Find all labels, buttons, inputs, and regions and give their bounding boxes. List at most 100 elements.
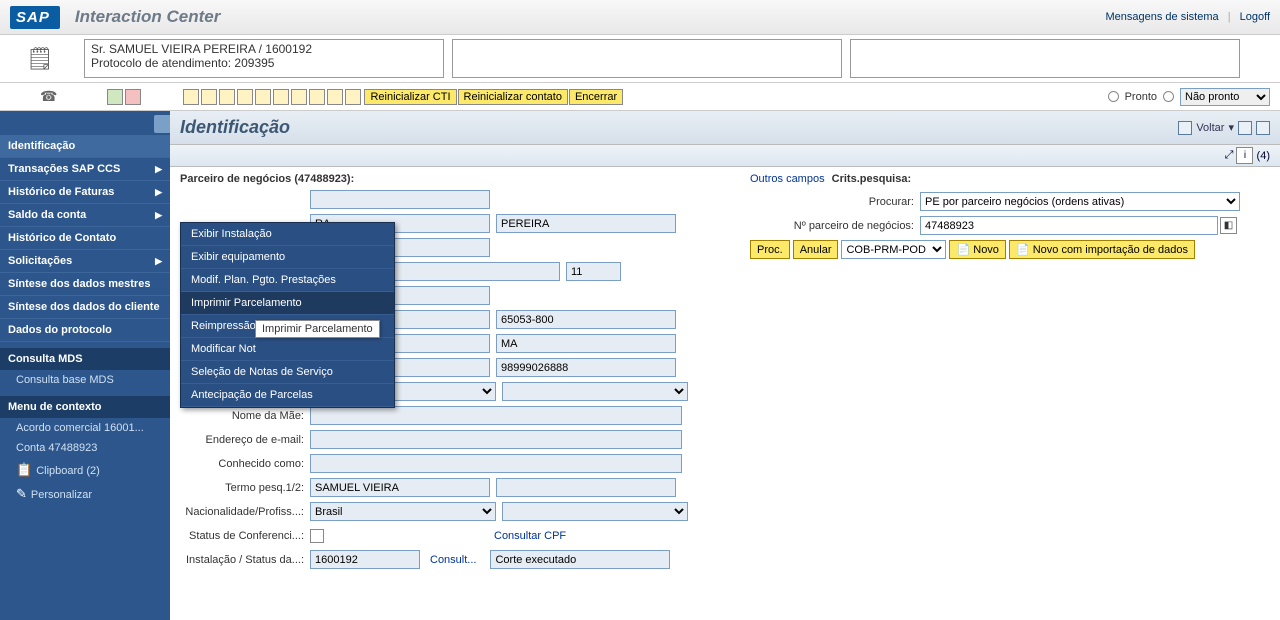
ctx-exibir-instalacao[interactable]: Exibir Instalação [181, 223, 394, 246]
nav-solicitacoes[interactable]: Solicitações▶ [0, 250, 170, 273]
info-icon[interactable]: i [1236, 147, 1253, 164]
novo-import-button[interactable]: 📄 Novo com importação de dados [1009, 240, 1195, 259]
select-estado-civil[interactable] [502, 382, 688, 401]
select-procurar[interactable]: PE por parceiro negócios (ordens ativas) [920, 192, 1240, 211]
toolbar-icon-4[interactable] [237, 89, 253, 105]
phone-icon: ☎ [40, 88, 57, 105]
label-nome-mae: Nome da Mãe: [180, 410, 310, 422]
note-icon: 🗒 [0, 35, 80, 82]
ready-label: Pronto [1125, 91, 1157, 103]
nav-transacoes[interactable]: Transações SAP CCS▶ [0, 158, 170, 181]
reinit-cti-button[interactable]: Reinicializar CTI [364, 89, 456, 105]
select-cob[interactable]: COB-PRM-POD [841, 240, 946, 259]
ready-radio[interactable] [1108, 91, 1119, 102]
field-celular[interactable] [496, 358, 676, 377]
header-box-3 [850, 39, 1240, 78]
field-termo1[interactable] [310, 478, 490, 497]
link-consult[interactable]: Consult... [430, 554, 476, 566]
select-nacionalidade[interactable]: Brasil [310, 502, 496, 521]
nav-historico-faturas[interactable]: Histórico de Faturas▶ [0, 181, 170, 204]
system-messages-link[interactable]: Mensagens de sistema [1106, 11, 1219, 23]
ctx-modif-plan[interactable]: Modif. Plan. Pgto. Prestações [181, 269, 394, 292]
header-box-2 [452, 39, 842, 78]
field-email[interactable] [310, 430, 682, 449]
label-num-parceiro: Nº parceiro de negócios: [750, 220, 920, 232]
ctx-imprimir-parcelamento[interactable]: Imprimir Parcelamento [181, 292, 394, 315]
back-label[interactable]: Voltar [1196, 122, 1224, 134]
field-status-instalacao[interactable] [490, 550, 670, 569]
clipboard-icon: 📋 [16, 462, 32, 477]
label-instalacao: Instalação / Status da...: [180, 554, 310, 566]
toolbar-icon-6[interactable] [273, 89, 289, 105]
field-termo2[interactable] [496, 478, 676, 497]
field-hidden-1[interactable] [310, 190, 490, 209]
back-icon[interactable] [1178, 121, 1192, 135]
section-context: Menu de contexto [0, 396, 170, 418]
pencil-icon: ✎ [16, 486, 27, 501]
nav-dados-protocolo[interactable]: Dados do protocolo [0, 319, 170, 342]
toolbar-icon-10[interactable] [345, 89, 361, 105]
ctx-antecipacao[interactable]: Antecipação de Parcelas [181, 384, 394, 407]
separator: | [1228, 11, 1231, 23]
field-numero[interactable] [566, 262, 621, 281]
field-estado[interactable] [496, 334, 676, 353]
not-ready-radio[interactable] [1163, 91, 1174, 102]
ctx-selecao-notas[interactable]: Seleção de Notas de Serviço [181, 361, 394, 384]
checkbox-status-conf[interactable] [310, 529, 324, 543]
page-title: Identificação [180, 117, 290, 138]
nav-identificacao[interactable]: Identificação [0, 135, 170, 158]
logoff-link[interactable]: Logoff [1240, 11, 1270, 23]
customer-name: Sr. SAMUEL VIEIRA PEREIRA / 1600192 [91, 42, 437, 56]
novo-button[interactable]: 📄 Novo [949, 240, 1005, 259]
ctx-clipboard[interactable]: 📋Clipboard (2) [0, 458, 170, 482]
crits-label: Crits.pesquisa: [832, 173, 911, 185]
ctx-acordo[interactable]: Acordo comercial 16001... [0, 418, 170, 438]
forward-icon[interactable] [1256, 121, 1270, 135]
anular-button[interactable]: Anular [793, 240, 839, 259]
label-nacionalidade: Nacionalidade/Profiss...: [180, 506, 310, 518]
search-help-icon[interactable]: ◧ [1220, 217, 1237, 234]
reinit-contact-button[interactable]: Reinicializar contato [458, 89, 568, 105]
label-status-conf: Status de Conferenci...: [180, 530, 310, 542]
accept-icon[interactable] [107, 89, 123, 105]
ctx-modificar-not[interactable]: Modificar Not [181, 338, 394, 361]
ctx-conta[interactable]: Conta 47488923 [0, 438, 170, 458]
nav-sintese-mestres[interactable]: Síntese dos dados mestres [0, 273, 170, 296]
toolbar-icon-1[interactable] [183, 89, 199, 105]
link-consultar-cpf[interactable]: Consultar CPF [494, 530, 566, 542]
chevron-right-icon: ▶ [155, 164, 162, 175]
chevron-right-icon: ▶ [155, 256, 162, 267]
reject-icon[interactable] [125, 89, 141, 105]
toolbar-icon-3[interactable] [219, 89, 235, 105]
toolbar-icon-5[interactable] [255, 89, 271, 105]
nav-saldo[interactable]: Saldo da conta▶ [0, 204, 170, 227]
expand-icon[interactable]: ⤢ [1225, 149, 1234, 162]
context-menu: Exibir Instalação Exibir equipamento Mod… [180, 222, 395, 408]
chevron-right-icon: ▶ [155, 187, 162, 198]
section-mds: Consulta MDS [0, 348, 170, 370]
nav-sintese-cliente[interactable]: Síntese dos dados do cliente [0, 296, 170, 319]
status-select[interactable]: Não pronto [1180, 88, 1270, 106]
field-nome-mae[interactable] [310, 406, 682, 425]
toolbar-icon-7[interactable] [291, 89, 307, 105]
input-num-parceiro[interactable] [920, 216, 1218, 235]
proc-button[interactable]: Proc. [750, 240, 790, 259]
ctx-personalizar[interactable]: ✎Personalizar [0, 482, 170, 506]
toolbar-icon-8[interactable] [309, 89, 325, 105]
toolbar-icon-2[interactable] [201, 89, 217, 105]
field-cep[interactable] [496, 310, 676, 329]
history-icon[interactable] [1238, 121, 1252, 135]
close-button[interactable]: Encerrar [569, 89, 623, 105]
link-outros-campos[interactable]: Outros campos [750, 173, 825, 185]
ctx-exibir-equipamento[interactable]: Exibir equipamento [181, 246, 394, 269]
nav-historico-contato[interactable]: Histórico de Contato [0, 227, 170, 250]
protocol-line: Protocolo de atendimento: 209395 [91, 56, 437, 70]
field-nome2[interactable] [496, 214, 676, 233]
sidebar-collapse-icon[interactable] [154, 115, 170, 133]
field-conhecido[interactable] [310, 454, 682, 473]
nav-consulta-mds[interactable]: Consulta base MDS [0, 370, 170, 390]
info-count: (4) [1257, 150, 1270, 162]
select-profissao[interactable] [502, 502, 688, 521]
toolbar-icon-9[interactable] [327, 89, 343, 105]
field-instalacao[interactable] [310, 550, 420, 569]
